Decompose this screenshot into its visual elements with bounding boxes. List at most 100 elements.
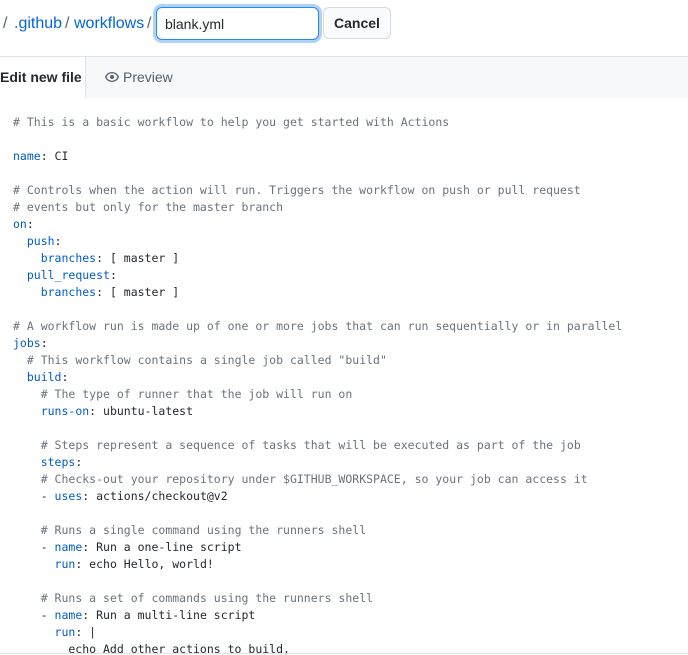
code-line[interactable]: - uses: actions/checkout@v2 — [13, 488, 622, 505]
breadcrumb-github-link[interactable]: .github — [14, 14, 62, 34]
code-line[interactable]: name: CI — [13, 148, 622, 165]
tab-edit-label: Edit new file — [0, 69, 82, 85]
code-text: : actions/checkout@v2 — [82, 489, 228, 503]
code-text: : Run a one-line script — [82, 540, 242, 554]
code-key: steps — [40, 455, 76, 469]
code-line[interactable] — [13, 131, 622, 148]
code-line[interactable]: # This workflow contains a single job ca… — [13, 352, 622, 369]
code-key: run — [54, 557, 76, 571]
code-comment: # Runs a set of commands using the runne… — [40, 591, 374, 605]
breadcrumb-separator: / — [3, 15, 8, 32]
file-path-bar: / .github / workflows / Cancel — [0, 0, 688, 56]
code-line[interactable]: on: — [13, 216, 622, 233]
breadcrumb-separator: / — [65, 15, 70, 32]
code-comment: # Checks-out your repository under $GITH… — [40, 472, 588, 486]
code-comment: # Controls when the action will run. Tri… — [13, 183, 581, 197]
code-comment: # This is a basic workflow to help you g… — [13, 115, 450, 129]
code-line[interactable]: # Runs a set of commands using the runne… — [13, 590, 622, 607]
code-text: : ubuntu-latest — [89, 404, 194, 418]
code-line[interactable]: run: | — [13, 624, 622, 641]
code-text: - — [13, 540, 55, 554]
code-line[interactable]: # The type of runner that the job will r… — [13, 386, 622, 403]
code-key: pull_request — [26, 268, 110, 282]
editor-tabs: Edit new file Preview — [0, 56, 688, 99]
cancel-button[interactable]: Cancel — [323, 7, 391, 39]
code-line[interactable]: jobs: — [13, 335, 622, 352]
code-comment: # The type of runner that the job will r… — [40, 387, 353, 401]
code-comment: # Runs a single command using the runner… — [40, 523, 367, 537]
tab-edit-new-file[interactable]: Edit new file — [0, 56, 86, 98]
code-line[interactable]: - name: Run a one-line script — [13, 539, 622, 556]
code-comment: # Steps represent a sequence of tasks th… — [40, 438, 581, 452]
code-text: : [ master ] — [96, 285, 180, 299]
code-key: branches — [40, 285, 97, 299]
code-line[interactable]: - name: Run a multi-line script — [13, 607, 622, 624]
code-line[interactable]: build: — [13, 369, 622, 386]
code-text: : echo Hello, world! — [75, 557, 214, 571]
code-line[interactable]: # This is a basic workflow to help you g… — [13, 114, 622, 131]
code-line[interactable]: branches: [ master ] — [13, 250, 622, 267]
filename-input[interactable] — [156, 7, 319, 40]
code-line[interactable]: # Runs a single command using the runner… — [13, 522, 622, 539]
code-key: run — [54, 625, 76, 639]
code-text: - — [13, 608, 55, 622]
code-text: : — [109, 268, 117, 282]
code-line[interactable]: pull_request: — [13, 267, 622, 284]
code-line[interactable]: runs-on: ubuntu-latest — [13, 403, 622, 420]
code-line[interactable]: # Controls when the action will run. Tri… — [13, 182, 622, 199]
code-text: - — [13, 489, 55, 503]
code-line[interactable]: push: — [13, 233, 622, 250]
eye-icon — [105, 71, 119, 83]
code-line[interactable] — [13, 420, 622, 437]
code-editor[interactable]: # This is a basic workflow to help you g… — [0, 98, 688, 655]
code-key: jobs — [13, 336, 41, 350]
code-text: : CI — [40, 149, 69, 163]
code-line[interactable]: run: echo Hello, world! — [13, 556, 622, 573]
code-key: push — [26, 234, 55, 248]
code-text: : [ master ] — [96, 251, 180, 265]
code-text: : — [54, 234, 62, 248]
tab-preview[interactable]: Preview — [105, 57, 173, 97]
code-line[interactable] — [13, 165, 622, 182]
code-line[interactable] — [13, 505, 622, 522]
code-comment: # events but only for the master branch — [13, 200, 284, 214]
code-key: name — [13, 149, 41, 163]
code-key: name — [54, 540, 83, 554]
code-line[interactable]: steps: — [13, 454, 622, 471]
code-key: build — [26, 370, 62, 384]
code-content[interactable]: # This is a basic workflow to help you g… — [13, 114, 622, 655]
code-text: : — [61, 370, 69, 384]
code-comment: # A workflow run is made up of one or mo… — [13, 319, 623, 333]
code-text: : — [26, 217, 34, 231]
code-text: : — [75, 455, 83, 469]
divider — [0, 653, 688, 654]
code-key: runs-on — [40, 404, 90, 418]
code-line[interactable]: # Checks-out your repository under $GITH… — [13, 471, 622, 488]
breadcrumb-separator: / — [147, 15, 152, 32]
code-text: : Run a multi-line script — [82, 608, 256, 622]
breadcrumb-workflows-link[interactable]: workflows — [74, 14, 144, 34]
code-line[interactable] — [13, 573, 622, 590]
code-key: on — [13, 217, 27, 231]
code-text: : | — [75, 625, 97, 639]
code-line[interactable] — [13, 301, 622, 318]
code-line[interactable]: # A workflow run is made up of one or mo… — [13, 318, 622, 335]
code-line[interactable]: branches: [ master ] — [13, 284, 622, 301]
code-line[interactable]: # Steps represent a sequence of tasks th… — [13, 437, 622, 454]
code-line[interactable]: # events but only for the master branch — [13, 199, 622, 216]
